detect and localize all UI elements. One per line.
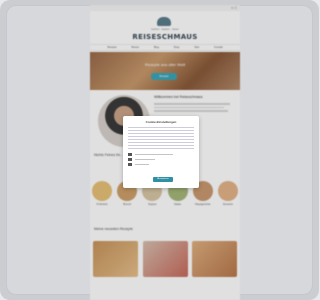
checkbox-icon [128,163,132,166]
dialog-text [128,127,194,149]
accept-button[interactable]: Akzeptieren [153,177,173,182]
cookie-dialog: Cookie-Einstellungen Akzeptieren [123,116,199,188]
checkbox-icon [128,158,132,161]
dialog-title: Cookie-Einstellungen [145,120,177,124]
cookie-option[interactable] [128,158,194,161]
cookie-option[interactable] [128,163,194,166]
checkbox-icon [128,153,132,156]
cookie-option[interactable] [128,153,194,156]
